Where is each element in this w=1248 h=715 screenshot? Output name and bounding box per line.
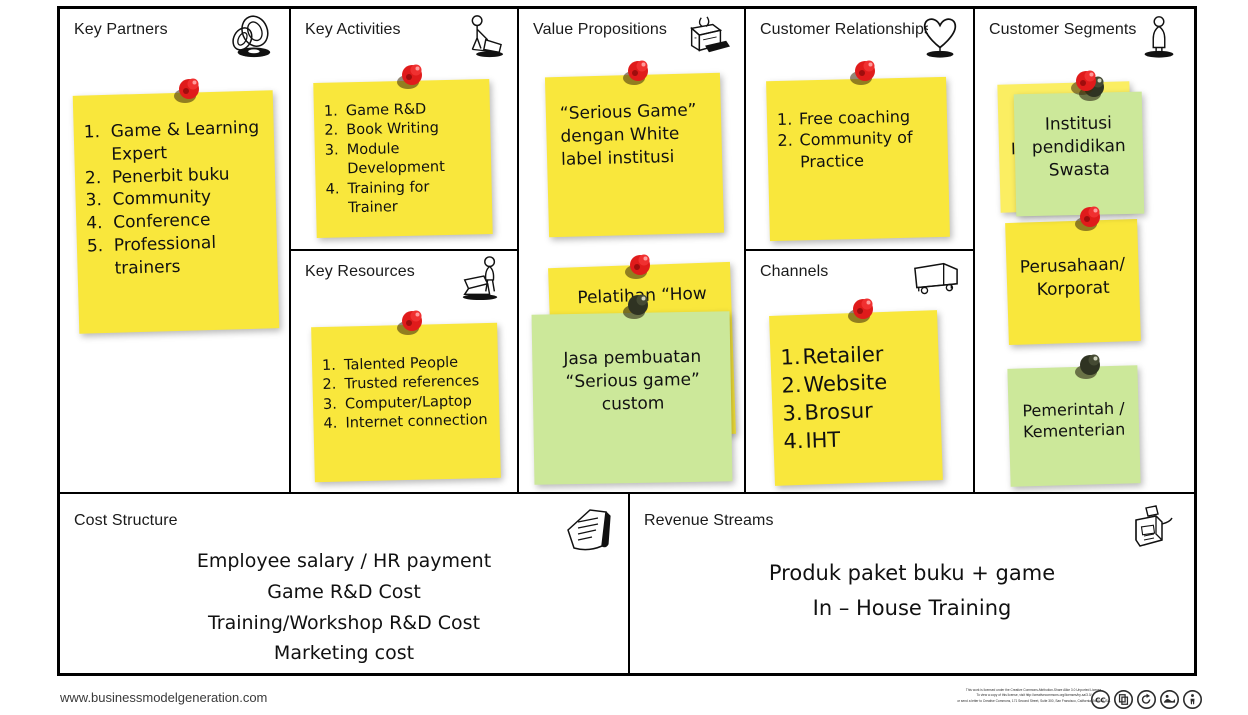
sticky-note-customer-segment-4[interactable]: Pemerintah / Kementerian [1007, 365, 1141, 487]
block-key-partners[interactable]: Key Partners Game & Learning Expert Pene… [60, 9, 291, 492]
revenue-streams-lines: Produk paket buku + game In – House Trai… [630, 556, 1194, 625]
list-item: Professional trainers [113, 232, 217, 279]
invoice-paper-icon [558, 504, 614, 558]
block-key-activities-resources[interactable]: Key Activities Game R&D Book Writing Mod… [291, 9, 519, 492]
list-item: Game & Learning Expert [110, 117, 260, 165]
block-title-key-partners: Key Partners [74, 21, 168, 38]
cash-register-icon [1122, 502, 1180, 558]
sticky-note-key-resources[interactable]: Talented People Trusted references Compu… [311, 322, 501, 482]
block-revenue-streams[interactable]: Revenue Streams Produk paket buku + game… [630, 494, 1194, 673]
block-title-revenue-streams: Revenue Streams [644, 512, 774, 529]
sticky-note-text: Pemerintah / Kementerian [1022, 398, 1126, 442]
cost-line: Marketing cost [273, 642, 415, 665]
key-partners-list: Game & Learning Expert Penerbit buku Com… [83, 117, 267, 281]
key-activities-list: Game R&D Book Writing Module Development… [324, 99, 483, 219]
attribution-icon [1183, 690, 1202, 709]
block-customer-relationships[interactable]: Customer Relationships Free coaching Com… [746, 9, 973, 251]
worker-sweeping-icon [451, 13, 509, 59]
block-title-cost-structure: Cost Structure [74, 512, 178, 529]
copy-icon [1114, 690, 1133, 709]
sticky-note-text: Pelatihan “How [577, 283, 708, 309]
list-item: Retailer [802, 341, 884, 369]
heart-icon [911, 13, 969, 59]
business-model-canvas: Key Partners Game & Learning Expert Pene… [57, 6, 1197, 676]
list-item: Website [803, 369, 888, 397]
list-item: Brosur [804, 398, 874, 425]
worker-forklift-icon [451, 255, 509, 301]
canvas-top-row: Key Partners Game & Learning Expert Pene… [60, 9, 1194, 492]
cost-line: Employee salary / HR payment [196, 550, 492, 572]
sticky-note-channels[interactable]: Retailer Website Brosur IHT [769, 309, 943, 486]
block-title-channels: Channels [760, 262, 829, 280]
customer-relationships-list: Free coaching Community of Practice [777, 105, 939, 173]
sticky-note-key-partners[interactable]: Game & Learning Expert Penerbit buku Com… [72, 90, 280, 334]
cost-line: Game R&D Cost [267, 580, 421, 603]
block-title-value-propositions: Value Propositions [533, 21, 668, 38]
block-channels[interactable]: Channels Retailer Website Brosur IHT [746, 251, 973, 493]
list-item: Training for Trainer [347, 179, 430, 217]
list-item: IHT [805, 427, 841, 453]
share-alike-icon [1137, 690, 1156, 709]
remix-icon [1160, 690, 1179, 709]
channels-list: Retailer Website Brosur IHT [780, 338, 932, 456]
sticky-note-text: Perusahaan/ Korporat [1019, 254, 1126, 300]
cost-structure-lines: Employee salary / HR payment Game R&D Co… [60, 546, 628, 669]
svg-text:CC: CC [1095, 696, 1105, 705]
block-key-activities[interactable]: Key Activities Game R&D Book Writing Mod… [291, 9, 517, 251]
cost-line: Training/Workshop R&D Cost [207, 611, 481, 634]
canvas-bottom-row: Cost Structure Employee salary / HR paym… [60, 492, 1194, 673]
sticky-note-text: “Serious Game” dengan White label instit… [559, 100, 697, 170]
block-cost-structure[interactable]: Cost Structure Employee salary / HR paym… [60, 494, 630, 673]
creative-commons-badges: CC [1091, 690, 1202, 709]
revenue-line: Produk paket buku + game [768, 561, 1056, 585]
block-title-key-activities: Key Activities [305, 21, 401, 38]
delivery-truck-icon [907, 255, 965, 301]
chain-links-icon [223, 13, 281, 59]
list-item: Internet connection [345, 411, 488, 432]
block-title-customer-segments: Customer Segments [989, 21, 1137, 38]
block-key-resources[interactable]: Key Resources Talented People Trusted re… [291, 251, 517, 493]
sticky-note-text: Jasa pembuatan “Serious game” custom [563, 346, 702, 415]
sticky-note-key-activities[interactable]: Game R&D Book Writing Module Development… [313, 79, 493, 238]
cc-icon: CC [1091, 690, 1110, 709]
block-customer-relationships-channels[interactable]: Customer Relationships Free coaching Com… [746, 9, 975, 492]
list-item: Module Development [346, 140, 446, 178]
block-title-key-resources: Key Resources [305, 262, 415, 280]
sticky-note-customer-relationships[interactable]: Free coaching Community of Practice [766, 76, 950, 242]
gift-package-icon [678, 13, 736, 59]
person-standing-icon [1130, 13, 1188, 59]
sticky-note-text: Institusi pendidikan Swasta [1031, 113, 1126, 181]
sticky-note-value-prop-3[interactable]: Jasa pembuatan “Serious game” custom [531, 311, 733, 485]
list-item: Community of Practice [799, 128, 913, 172]
sticky-note-customer-segment-2[interactable]: Institusi pendidikan Swasta [1013, 91, 1145, 217]
key-resources-list: Talented People Trusted references Compu… [322, 352, 490, 434]
revenue-line: In – House Training [812, 595, 1012, 620]
block-customer-segments[interactable]: Customer Segments I Institusi pendidikan… [975, 9, 1194, 492]
website-url[interactable]: www.businessmodelgeneration.com [60, 690, 267, 705]
sticky-note-value-prop-1[interactable]: “Serious Game” dengan White label instit… [544, 72, 725, 238]
block-value-propositions[interactable]: Value Propositions “Serious Game” dengan… [519, 9, 746, 492]
block-title-customer-relationships: Customer Relationships [760, 21, 928, 38]
sticky-note-customer-segment-3[interactable]: Perusahaan/ Korporat [1005, 218, 1141, 346]
